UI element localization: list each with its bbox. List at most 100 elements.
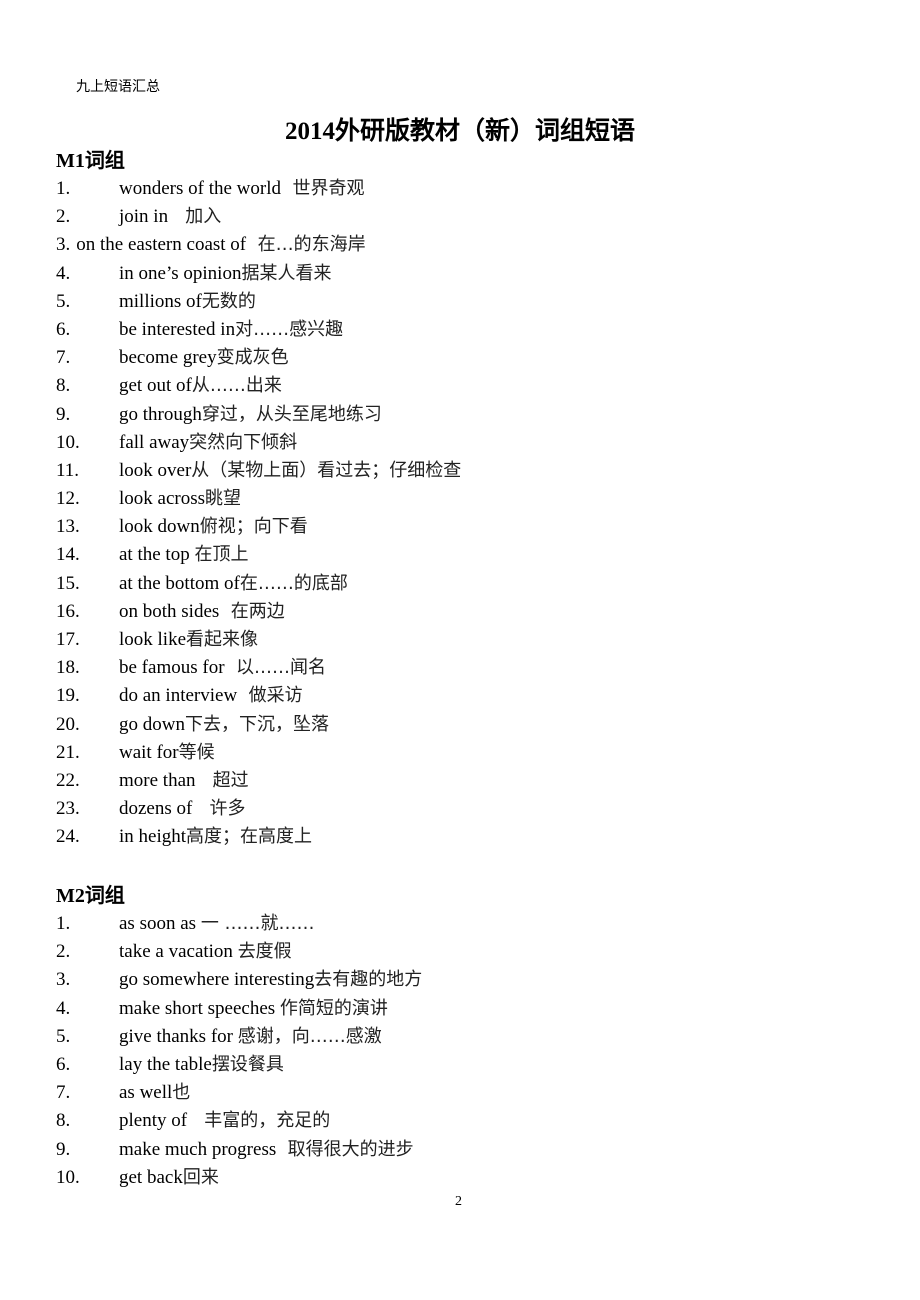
phrase-chinese: 从（某物上面）看过去；仔细检查 bbox=[191, 459, 462, 481]
phrase-chinese: 等候 bbox=[178, 741, 215, 763]
phrase-row: 19. do an interview 做采访 bbox=[56, 682, 461, 710]
phrase-number: 20. bbox=[56, 713, 80, 735]
phrase-english: get back bbox=[119, 1166, 183, 1188]
phrase-english: be interested in bbox=[119, 318, 236, 340]
phrase-number: 1. bbox=[56, 913, 71, 934]
phrase-chinese: 也 bbox=[172, 1082, 191, 1104]
phrase-number: 23. bbox=[56, 798, 80, 820]
phrase-english: go through bbox=[119, 403, 202, 425]
phrase-row: 9. make much progress 取得很大的进步 bbox=[56, 1136, 422, 1164]
phrase-english: millions of bbox=[119, 290, 202, 312]
phrase-row: 3. on the eastern coast of 在…的东海岸 bbox=[56, 231, 461, 259]
phrase-number: 3. bbox=[56, 234, 71, 256]
phrase-row: 6. be interested in 对……感兴趣 bbox=[56, 316, 461, 344]
phrase-row: 23. dozens of 许多 bbox=[56, 795, 461, 823]
phrase-english: do an interview bbox=[119, 685, 238, 707]
phrase-chinese: 作简短的演讲 bbox=[279, 997, 388, 1019]
phrase-chinese: 对……感兴趣 bbox=[235, 318, 344, 340]
phrase-english: as soon as bbox=[119, 913, 201, 934]
phrase-chinese: 穿过，从头至尾地练习 bbox=[201, 403, 382, 425]
phrase-english: make much progress bbox=[119, 1138, 277, 1160]
phrase-row: 8. plenty of 丰富的，充足的 bbox=[56, 1107, 422, 1135]
phrase-chinese: 从……出来 bbox=[191, 375, 282, 397]
phrase-english: get out of bbox=[119, 375, 192, 397]
phrase-row: 22. more than 超过 bbox=[56, 767, 461, 795]
phrase-number: 2. bbox=[56, 941, 71, 963]
phrase-english: in height bbox=[119, 826, 187, 848]
phrase-number: 18. bbox=[56, 657, 80, 679]
phrase-number: 10. bbox=[56, 1166, 80, 1188]
phrase-row: 18. be famous for 以……闻名 bbox=[56, 654, 461, 682]
phrase-number: 9. bbox=[56, 1138, 71, 1160]
phrase-list: 1. as soon as 一 ……就…… 2. take a vacation 去度… bbox=[56, 910, 422, 1192]
phrase-number: 10. bbox=[56, 431, 80, 453]
phrase-number: 7. bbox=[56, 347, 71, 369]
phrase-number: 3. bbox=[56, 969, 71, 991]
phrase-english: look like bbox=[119, 629, 187, 650]
phrase-row: 16. on both sides 在两边 bbox=[56, 598, 461, 626]
phrase-row: 12. look across 眺望 bbox=[56, 485, 461, 513]
phrase-number: 1. bbox=[56, 178, 71, 199]
phrase-row: 14. at the top 在顶上 bbox=[56, 541, 461, 569]
phrase-english: dozens of bbox=[119, 798, 193, 820]
phrase-number: 16. bbox=[56, 600, 80, 622]
phrase-chinese: 许多 bbox=[192, 798, 246, 820]
phrase-english: wait for bbox=[119, 741, 179, 763]
phrase-english: take a vacation bbox=[119, 941, 238, 963]
phrase-english: become grey bbox=[119, 347, 217, 369]
phrase-number: 15. bbox=[56, 572, 80, 594]
document-title: 2014外研版教材（新）词组短语 bbox=[284, 118, 635, 145]
phrase-english: give thanks for bbox=[119, 1025, 238, 1047]
phrase-row: 21. wait for 等候 bbox=[56, 739, 461, 767]
phrase-english: make short speeches bbox=[119, 997, 280, 1019]
phrase-chinese: 变成灰色 bbox=[216, 347, 289, 369]
phrase-chinese: 在……的底部 bbox=[239, 572, 348, 594]
phrase-number: 2. bbox=[56, 206, 71, 228]
phrase-english: fall away bbox=[119, 431, 190, 453]
phrase-row: 15. at the bottom of 在……的底部 bbox=[56, 570, 461, 598]
phrase-number: 17. bbox=[56, 629, 80, 650]
phrase-number: 8. bbox=[56, 1110, 71, 1132]
phrase-chinese: 摆设餐具 bbox=[211, 1053, 284, 1075]
phrase-chinese: 一 ……就…… bbox=[200, 913, 315, 934]
phrase-row: 11. look over 从（某物上面）看过去；仔细检查 bbox=[56, 457, 461, 485]
phrase-row: 20. go down 下去，下沉，坠落 bbox=[56, 711, 461, 739]
phrase-row: 9. go through 穿过，从头至尾地练习 bbox=[56, 401, 461, 429]
phrase-english: on both sides bbox=[119, 600, 220, 622]
phrase-number: 11. bbox=[56, 459, 80, 481]
phrase-number: 4. bbox=[56, 262, 71, 284]
phrase-chinese: 俯视；向下看 bbox=[199, 516, 308, 538]
phrase-number: 12. bbox=[56, 488, 80, 510]
phrase-row: 2. take a vacation 去度假 bbox=[56, 938, 422, 966]
phrase-chinese: 丰富的，充足的 bbox=[187, 1110, 331, 1132]
phrase-number: 13. bbox=[56, 516, 80, 538]
section-m1: M1词组 1. wonders of the world 世界奇观 2. join i… bbox=[56, 147, 461, 852]
phrase-row: 10. fall away 突然向下倾斜 bbox=[56, 429, 461, 457]
phrase-chinese: 眺望 bbox=[205, 488, 242, 510]
phrase-row: 8. get out of 从……出来 bbox=[56, 372, 461, 400]
phrase-number: 6. bbox=[56, 1053, 71, 1075]
phrase-english: more than bbox=[119, 769, 196, 791]
section-m2: M2词组 1. as soon as 一 ……就…… 2. take a vacati… bbox=[56, 882, 422, 1192]
phrase-number: 19. bbox=[56, 685, 80, 707]
phrase-chinese: 在…的东海岸 bbox=[246, 234, 366, 256]
phrase-number: 22. bbox=[56, 769, 80, 791]
phrase-row: 5. millions of 无数的 bbox=[56, 288, 461, 316]
phrase-english: go down bbox=[119, 713, 185, 735]
phrase-english: look across bbox=[119, 488, 206, 510]
phrase-chinese: 超过 bbox=[195, 769, 249, 791]
phrase-row: 13. look down 俯视；向下看 bbox=[56, 513, 461, 541]
phrase-chinese: 下去，下沉，坠落 bbox=[184, 713, 329, 735]
phrase-row: 17. look like 看起来像 bbox=[56, 626, 461, 654]
phrase-chinese: 无数的 bbox=[201, 290, 256, 312]
phrase-number: 8. bbox=[56, 375, 71, 397]
phrase-row: 3. go somewhere interesting 去有趣的地方 bbox=[56, 966, 422, 994]
phrase-english: look down bbox=[119, 516, 200, 538]
phrase-number: 5. bbox=[56, 290, 71, 312]
phrase-number: 7. bbox=[56, 1082, 71, 1104]
phrase-number: 24. bbox=[56, 826, 80, 848]
phrase-chinese: 取得很大的进步 bbox=[276, 1138, 414, 1160]
phrase-chinese: 在两边 bbox=[219, 600, 285, 622]
phrase-row: 6. lay the table 摆设餐具 bbox=[56, 1051, 422, 1079]
phrase-english: at the bottom of bbox=[119, 572, 240, 594]
